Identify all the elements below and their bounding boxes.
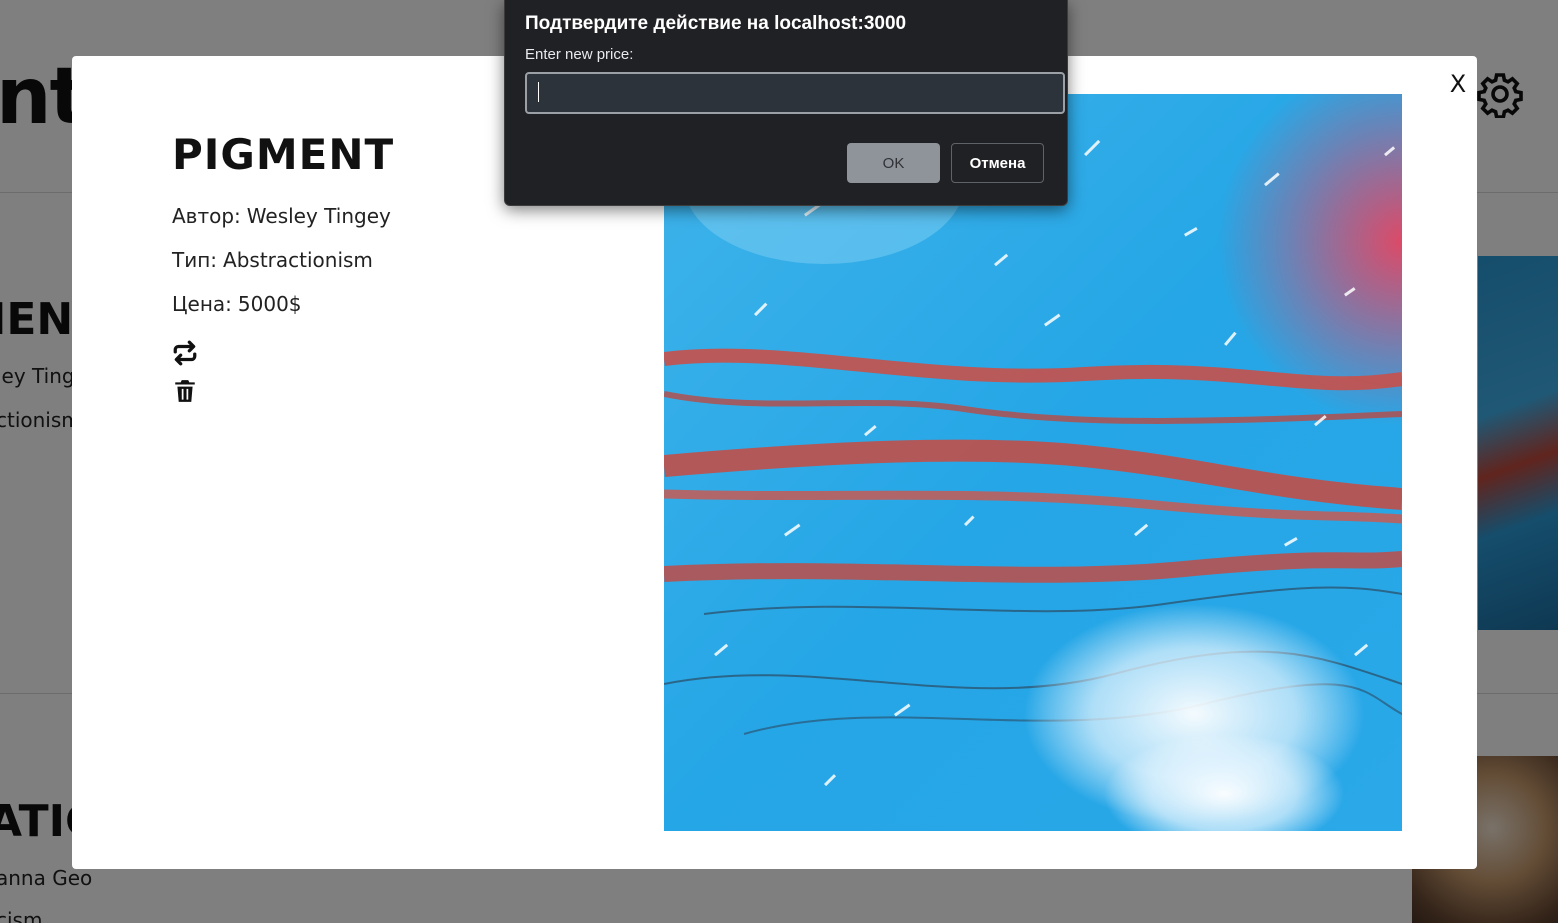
dialog-message: Enter new price: [525, 46, 634, 63]
cancel-button[interactable]: Отмена [951, 143, 1044, 183]
trash-icon[interactable] [172, 378, 198, 404]
price-label: Цена: [172, 292, 232, 316]
dialog-title: Подтвердите действие на localhost:3000 [525, 13, 907, 34]
artwork-title: PIGMENT [172, 130, 395, 179]
text-caret [538, 82, 539, 102]
artwork-price-row: Цена: 5000$ [172, 294, 302, 314]
close-button[interactable]: X [1446, 72, 1470, 96]
price-value: 5000$ [237, 292, 302, 316]
artwork-type-row: Тип: Abstractionism [172, 250, 373, 270]
artwork-author-row: Автор: Wesley Tingey [172, 206, 391, 226]
author-value: Wesley Tingey [246, 204, 391, 228]
type-value: Abstractionism [223, 248, 373, 272]
repeat-icon[interactable] [172, 340, 198, 366]
price-input[interactable] [525, 72, 1065, 114]
author-label: Автор: [172, 204, 241, 228]
type-label: Тип: [172, 248, 218, 272]
prompt-dialog: Подтвердите действие на localhost:3000 E… [504, 0, 1068, 206]
ok-button[interactable]: OK [847, 143, 940, 183]
